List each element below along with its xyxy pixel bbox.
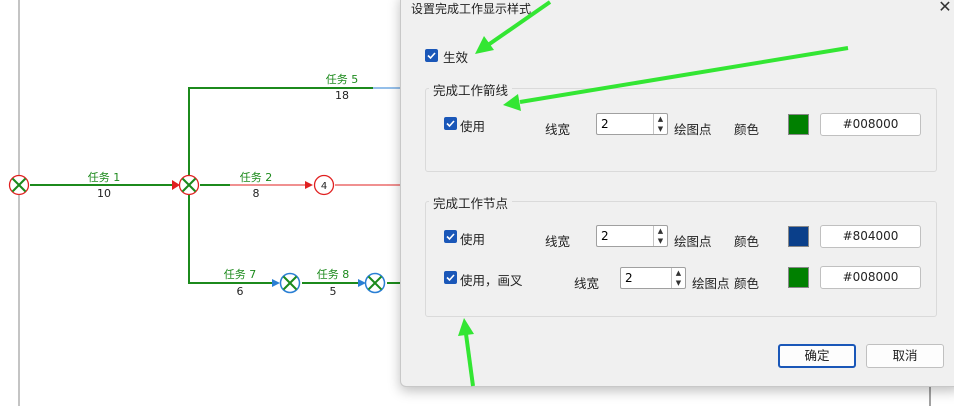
node-task-7-end[interactable] xyxy=(279,272,301,294)
task-1-name: 任务 1 xyxy=(88,171,121,184)
node-cross-line-width-label: 线宽 xyxy=(574,276,600,291)
spin-up-icon[interactable]: ▲ xyxy=(653,226,667,236)
task-7-name: 任务 7 xyxy=(224,268,257,281)
node-cross-draw-points-label: 绘图点 xyxy=(692,276,730,291)
task-5-name: 任务 5 xyxy=(326,73,359,86)
task-8-duration: 5 xyxy=(330,285,337,298)
node-group-box xyxy=(425,201,937,317)
arrow-line-width-label: 线宽 xyxy=(545,122,571,137)
spin-down-icon[interactable]: ▼ xyxy=(653,124,667,134)
arrow-color-hex-button[interactable]: #008000 xyxy=(820,113,921,136)
task-5-duration: 18 xyxy=(335,89,349,102)
spin-down-icon[interactable]: ▼ xyxy=(653,236,667,246)
close-icon[interactable]: ✕ xyxy=(933,0,954,18)
arrow-line-width-stepper[interactable]: ▲ ▼ xyxy=(596,113,668,135)
task-7-duration: 6 xyxy=(237,285,244,298)
node-line-width-input[interactable] xyxy=(597,226,649,246)
spin-down-icon[interactable]: ▼ xyxy=(671,278,685,288)
spin-up-icon[interactable]: ▲ xyxy=(653,114,667,124)
ok-button[interactable]: 确定 xyxy=(778,344,856,368)
node-use-checkbox[interactable] xyxy=(444,230,457,243)
arrow-use-checkbox[interactable] xyxy=(444,117,457,130)
arrow-color-label: 颜色 xyxy=(734,122,760,137)
checkmark-icon xyxy=(446,233,455,241)
done-work-style-dialog: 设置完成工作显示样式 ✕ 生效 完成工作箭线 使用 线宽 ▲ ▼ 绘图点 颜色 … xyxy=(400,0,954,387)
dialog-title: 设置完成工作显示样式 xyxy=(411,2,532,16)
task-8-name: 任务 8 xyxy=(317,268,350,281)
node-group-title: 完成工作节点 xyxy=(429,193,513,212)
node-cross-checkbox[interactable] xyxy=(444,271,457,284)
node-line-width-label: 线宽 xyxy=(545,234,571,249)
effective-checkbox[interactable] xyxy=(425,49,438,62)
node-cross-line-width-input[interactable] xyxy=(621,268,667,288)
node-4-label: 4 xyxy=(321,181,327,192)
arrowhead-task-2 xyxy=(305,181,313,189)
checkmark-icon xyxy=(446,274,455,282)
node-4[interactable]: 4 xyxy=(313,174,335,196)
spin-up-icon[interactable]: ▲ xyxy=(671,268,685,278)
node-cross-color-hex-button[interactable]: #008000 xyxy=(820,266,921,289)
arrow-draw-points-label: 绘图点 xyxy=(674,122,712,137)
arrow-use-label: 使用 xyxy=(460,119,486,134)
node-cross-color-label: 颜色 xyxy=(734,276,760,291)
node-line-width-stepper[interactable]: ▲ ▼ xyxy=(596,225,668,247)
effective-label: 生效 xyxy=(443,50,469,65)
node-draw-points-label: 绘图点 xyxy=(674,234,712,249)
task-1-duration: 10 xyxy=(97,187,111,200)
checkmark-icon xyxy=(446,120,455,128)
node-use-label: 使用 xyxy=(460,232,486,247)
checkmark-icon xyxy=(427,52,436,60)
task-2-duration: 8 xyxy=(253,187,260,200)
task-2-name: 任务 2 xyxy=(240,171,273,184)
arrow-color-swatch[interactable] xyxy=(788,114,809,135)
cancel-button[interactable]: 取消 xyxy=(866,344,944,368)
arrowhead-task-1 xyxy=(172,180,180,190)
node-cross-label: 使用，画叉 xyxy=(460,273,523,288)
node-branch[interactable] xyxy=(178,174,200,196)
node-color-label: 颜色 xyxy=(734,234,760,249)
arrow-line-width-input[interactable] xyxy=(597,114,649,134)
node-cross-color-swatch[interactable] xyxy=(788,267,809,288)
arrow-group-title: 完成工作箭线 xyxy=(429,80,513,99)
node-cross-line-width-stepper[interactable]: ▲ ▼ xyxy=(620,267,686,289)
node-color-swatch[interactable] xyxy=(788,226,809,247)
node-start[interactable] xyxy=(8,174,30,196)
node-task-8-end[interactable] xyxy=(364,272,386,294)
node-color-hex-button[interactable]: #804000 xyxy=(820,225,921,248)
arrowhead-task-7 xyxy=(272,279,280,287)
